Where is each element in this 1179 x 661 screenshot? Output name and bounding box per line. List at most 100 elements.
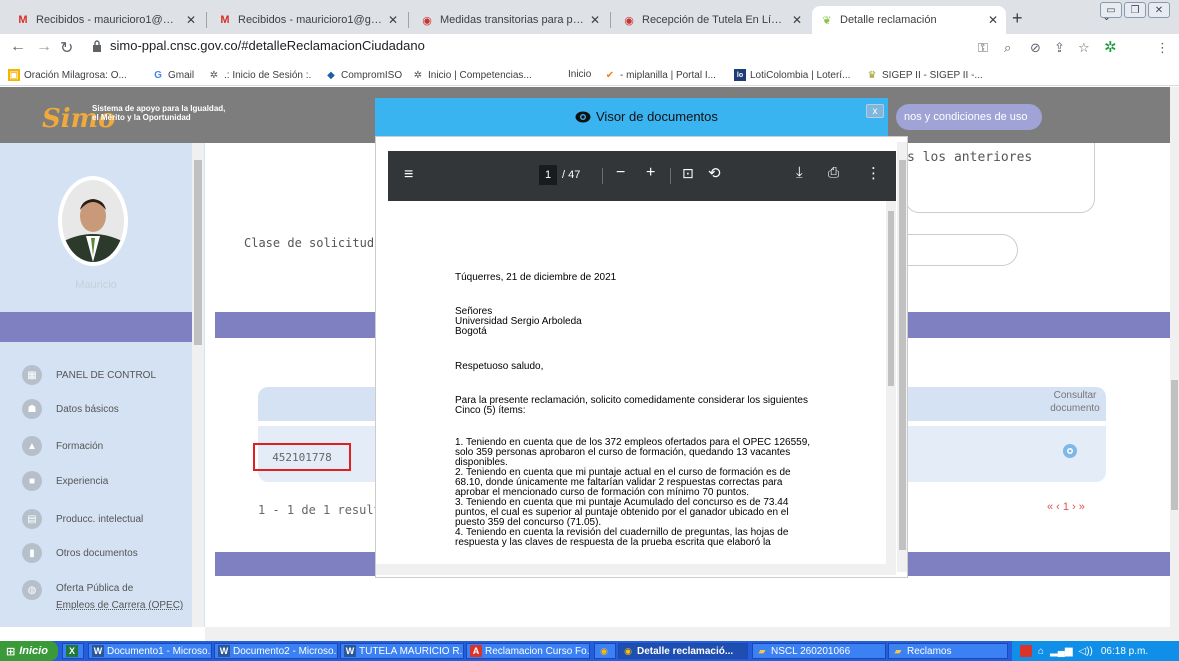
taskbar-item[interactable]: A Reclamacion Curso Fo... — [466, 643, 590, 659]
print-icon[interactable]: ⎙ — [828, 164, 839, 181]
clase-de-solicitud-select[interactable] — [900, 234, 1018, 266]
bookmark-item[interactable]: ♛ SIGEP II - SIGEP II -... — [866, 69, 983, 81]
bookmark-item[interactable]: lo LotiColombia | Loterí... — [734, 69, 850, 81]
pdf-scroll-thumb[interactable] — [888, 211, 894, 386]
pdf-page: Túquerres, 21 de diciembre de 2021 Señor… — [388, 201, 886, 575]
close-tab-icon[interactable]: ✕ — [590, 13, 600, 27]
taskbar-excel-icon[interactable]: X — [62, 643, 84, 659]
zoom-in-icon[interactable]: + — [646, 164, 655, 182]
page-vertical-scrollbar[interactable] — [1170, 87, 1179, 627]
sidebar-item-label: Datos básicos — [56, 403, 119, 415]
sidebar-item-producc-intelectual[interactable]: ▤ Producc. intelectual — [22, 509, 143, 529]
start-button[interactable]: ⊞ Inicio — [0, 641, 58, 661]
sidebar-item-formacion[interactable]: ▲ Formación — [22, 436, 103, 456]
toolbar-divider — [670, 168, 671, 184]
pdf-line: Cinco (5) ítems: — [455, 405, 526, 416]
shield-icon: ◉ — [624, 14, 634, 27]
download-icon[interactable]: ⤓ — [796, 164, 803, 181]
logo-subtitle: Sistema de apoyo para la Igualdad, el Mé… — [92, 104, 225, 122]
bookmark-item[interactable]: ▣ Oración Milagrosa: O... — [8, 69, 127, 81]
page-scroll-thumb[interactable] — [1171, 380, 1178, 510]
bookmark-item[interactable]: ✔ - miplanilla | Portal I... — [604, 69, 716, 81]
modal-close-button[interactable]: x — [866, 104, 884, 118]
sidebar-scroll-thumb[interactable] — [194, 160, 202, 345]
pdf-line: solo 359 personas aprobaron el curso de … — [455, 447, 791, 458]
star-icon[interactable]: ☆ — [1078, 40, 1090, 56]
taskbar-item[interactable]: W Documento1 - Microso... — [88, 643, 212, 659]
sidebar-item-datos-basicos[interactable]: ☗ Datos básicos — [22, 399, 119, 419]
taskbar-item-label: Detalle reclamació... — [637, 645, 734, 657]
terms-button[interactable]: nos y condiciones de uso — [896, 104, 1042, 130]
close-tab-icon[interactable]: ✕ — [388, 13, 398, 27]
network-icon[interactable]: ▂▄▆ — [1050, 646, 1072, 657]
zoom-out-icon[interactable]: − — [616, 164, 625, 182]
taskbar-item-label: NSCL 260201066 — [771, 645, 851, 657]
fit-page-icon[interactable]: ⊡ — [682, 165, 694, 182]
sidebar-item-label: PANEL DE CONTROL — [56, 369, 157, 381]
bookmark-favicon-icon: ✲ — [209, 69, 219, 81]
browser-tab-5-active[interactable]: ❦ Detalle reclamación ✕ — [812, 6, 1006, 34]
share-icon[interactable]: ⇪ — [1054, 40, 1065, 56]
volume-icon[interactable]: ◁)) — [1079, 646, 1093, 657]
bookmark-item[interactable]: ✲ Inicio | Competencias... — [412, 69, 532, 81]
browser-tab-3[interactable]: ◉ Medidas transitorias para present ✕ — [412, 6, 608, 34]
document-icon: ▮ — [22, 543, 42, 563]
menu-dots-icon[interactable]: ⋮ — [1156, 40, 1169, 56]
bookmark-item[interactable]: G Gmail — [152, 69, 194, 81]
sidebar-item-experiencia[interactable]: ■ Experiencia — [22, 471, 108, 491]
bookmark-favicon-icon: ♛ — [867, 69, 877, 81]
rotate-icon[interactable]: ⟲ — [708, 164, 721, 182]
bookmark-label: Gmail — [168, 69, 195, 81]
url-field[interactable]: simo-ppal.cnsc.gov.co/#detalleReclamacio… — [110, 38, 425, 53]
reload-icon[interactable]: ↻ — [60, 38, 73, 58]
browser-tab-1[interactable]: M Recibidos - mauriciorо1@misena... ✕ — [8, 6, 204, 34]
more-options-icon[interactable]: ⋮ — [866, 164, 881, 182]
pdf-line: Universidad Sergio Arboleda — [455, 316, 582, 327]
page-number-input[interactable]: 1 — [539, 165, 557, 185]
modal-scroll-thumb[interactable] — [899, 160, 906, 550]
close-tab-icon[interactable]: ✕ — [792, 13, 802, 27]
zoom-icon[interactable]: ⌕ — [1004, 40, 1011, 56]
eye-icon[interactable] — [1062, 443, 1078, 459]
sidebar-item-panel-de-control[interactable]: ▦ PANEL DE CONTROL — [22, 365, 156, 385]
eye-off-icon[interactable]: ⊘ — [1030, 40, 1041, 56]
sidebar-item-opec[interactable]: ◍ Oferta Pública de Empleos de Carrera (OP… — [22, 580, 183, 614]
taskbar-item[interactable]: ▰ NSCL 260201066 — [752, 643, 886, 659]
main-horizontal-scrollbar[interactable] — [205, 627, 1179, 641]
pdf-line: Respetuoso saludo, — [455, 361, 544, 372]
browser-tab-4[interactable]: ◉ Recepción de Tutela En Línea ✕ — [614, 6, 810, 34]
taskbar-item[interactable]: W TUTELA MAURICIO R... — [340, 643, 464, 659]
minimize-button[interactable]: ▭ — [1100, 2, 1122, 18]
start-label: Inicio — [19, 645, 48, 657]
restore-button[interactable]: ❐ — [1124, 2, 1146, 18]
bookmark-favicon-icon: ◆ — [327, 69, 335, 81]
bookmark-item[interactable]: Inicio — [568, 69, 591, 80]
windows-logo-icon: ⊞ — [6, 645, 16, 658]
bookmark-label: LotiColombia | Loterí... — [750, 69, 851, 81]
close-tab-icon[interactable]: ✕ — [186, 13, 196, 27]
tray-app-icon[interactable] — [1020, 645, 1032, 657]
tab-title: Recibidos - mauriciorо1@misena... — [36, 14, 180, 26]
sidebar-item-otros-documentos[interactable]: ▮ Otros documentos — [22, 543, 138, 563]
taskbar-item-active[interactable]: ◉ Detalle reclamació... — [618, 643, 748, 659]
taskbar-item[interactable]: W Documento2 - Microso... — [214, 643, 338, 659]
extension-icon[interactable]: ✲ — [1104, 38, 1117, 56]
close-window-button[interactable]: ✕ — [1148, 2, 1170, 18]
hamburger-menu-icon[interactable]: ≡ — [404, 166, 413, 184]
taskbar-item[interactable]: ▰ Reclamos — [888, 643, 1008, 659]
forward-icon[interactable]: → — [36, 38, 52, 56]
close-tab-icon[interactable]: ✕ — [988, 13, 998, 27]
taskbar-chrome-icon[interactable]: ◉ — [594, 643, 616, 659]
browser-tab-2[interactable]: M Recibidos - mauricioro1@gmail.co ✕ — [210, 6, 406, 34]
pagination[interactable]: « ‹ 1 › » — [1047, 501, 1085, 513]
bookmark-item[interactable]: ✲ .: Inicio de Sesión :. — [208, 69, 311, 81]
toolbar-divider — [602, 168, 603, 184]
key-icon[interactable]: ⚿ — [978, 40, 988, 56]
bookmark-item[interactable]: ◆ CompromISO — [325, 69, 402, 81]
usb-icon[interactable]: ⌂ — [1038, 646, 1044, 657]
pdf-horizontal-scrollbar[interactable] — [376, 564, 896, 575]
bookmark-label: Inicio | Competencias... — [428, 69, 532, 81]
back-icon[interactable]: ← — [10, 38, 26, 56]
user-photo — [62, 180, 124, 262]
new-tab-button[interactable]: + — [1012, 8, 1023, 29]
